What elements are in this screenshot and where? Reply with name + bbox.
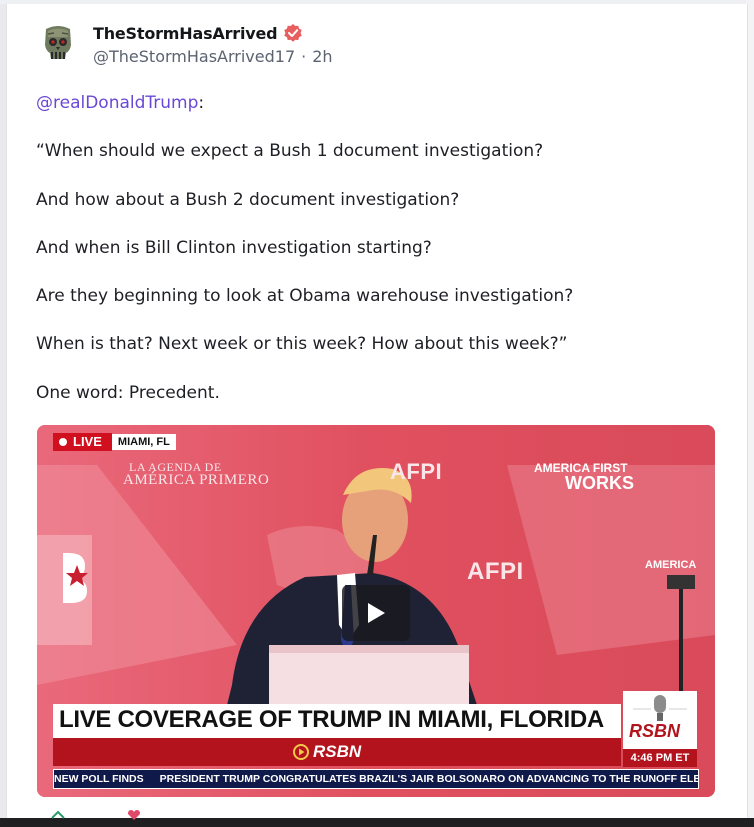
sign-line2: AMÉRICA PRIMERO xyxy=(123,472,270,488)
author-name-row[interactable]: TheStormHasArrived xyxy=(93,22,303,44)
rsbn-logo-box: RSBN 4:46 PM ET xyxy=(623,691,697,767)
afw-line2: WORKS xyxy=(565,473,634,493)
reply-icon[interactable] xyxy=(50,810,66,820)
post-meta: @TheStormHasArrived17 · 2h xyxy=(93,47,333,66)
live-dot-icon xyxy=(59,438,67,446)
post-line: And when is Bill Clinton investigation s… xyxy=(36,237,432,258)
microphone-icon xyxy=(633,695,687,721)
location-label: MIAMI, FL xyxy=(111,434,176,450)
network-strip: RSBN xyxy=(53,738,621,766)
verified-badge-icon xyxy=(283,23,303,43)
afpi-sign-top: AFPI xyxy=(390,459,443,484)
post-line: Are they beginning to look at Obama ware… xyxy=(36,286,574,307)
ticker-item: PRESIDENT TRUMP CONGRATULATES BRAZIL'S J… xyxy=(159,773,699,785)
post-line: When is that? Next week or this week? Ho… xyxy=(36,334,568,355)
play-icon xyxy=(368,603,385,623)
broadcast-time: 4:46 PM ET xyxy=(623,749,697,767)
heart-icon[interactable] xyxy=(126,810,142,820)
action-row xyxy=(50,810,142,820)
post-time[interactable]: 2h xyxy=(312,47,332,66)
network-label: RSBN xyxy=(313,742,362,761)
avatar[interactable] xyxy=(36,21,80,65)
afpi-sign-right: AFPI xyxy=(467,558,524,585)
mention-link[interactable]: @realDonaldTrump xyxy=(36,93,198,113)
lower-third: LIVE COVERAGE OF TRUMP IN MIAMI, FLORIDA xyxy=(53,704,621,738)
post-line: One word: Precedent. xyxy=(36,382,220,403)
mention-line: @realDonaldTrump: xyxy=(36,92,716,140)
video-player[interactable]: LIVE MIAMI, FL LA AGENDA DE AMÉRICA PRIM… xyxy=(37,425,715,797)
post-line: “When should we expect a Bush 1 document… xyxy=(36,141,544,162)
punisher-skull-icon xyxy=(36,21,80,65)
post-line: And how about a Bush 2 document investig… xyxy=(36,189,460,210)
rsbn-logo-text: RSBN xyxy=(629,721,681,741)
handle[interactable]: @TheStormHasArrived17 xyxy=(93,47,295,66)
play-button[interactable] xyxy=(342,585,410,641)
meta-separator: · xyxy=(301,47,307,66)
post-body: @realDonaldTrump: “When should we expect… xyxy=(36,92,716,430)
display-name[interactable]: TheStormHasArrived xyxy=(93,24,278,43)
live-badge: LIVE MIAMI, FL xyxy=(53,433,176,451)
rsbn-play-icon xyxy=(293,744,309,760)
mention-suffix: : xyxy=(198,93,205,113)
news-ticker: NEW POLL FINDS PRESIDENT TRUMP CONGRATULA… xyxy=(53,769,699,789)
live-label: LIVE xyxy=(73,434,102,449)
ticker-item: NEW POLL FINDS xyxy=(54,773,144,785)
headline-text: LIVE COVERAGE OF TRUMP IN MIAMI, FLORIDA xyxy=(59,706,604,733)
afw-right: AMERICA xyxy=(645,559,697,571)
